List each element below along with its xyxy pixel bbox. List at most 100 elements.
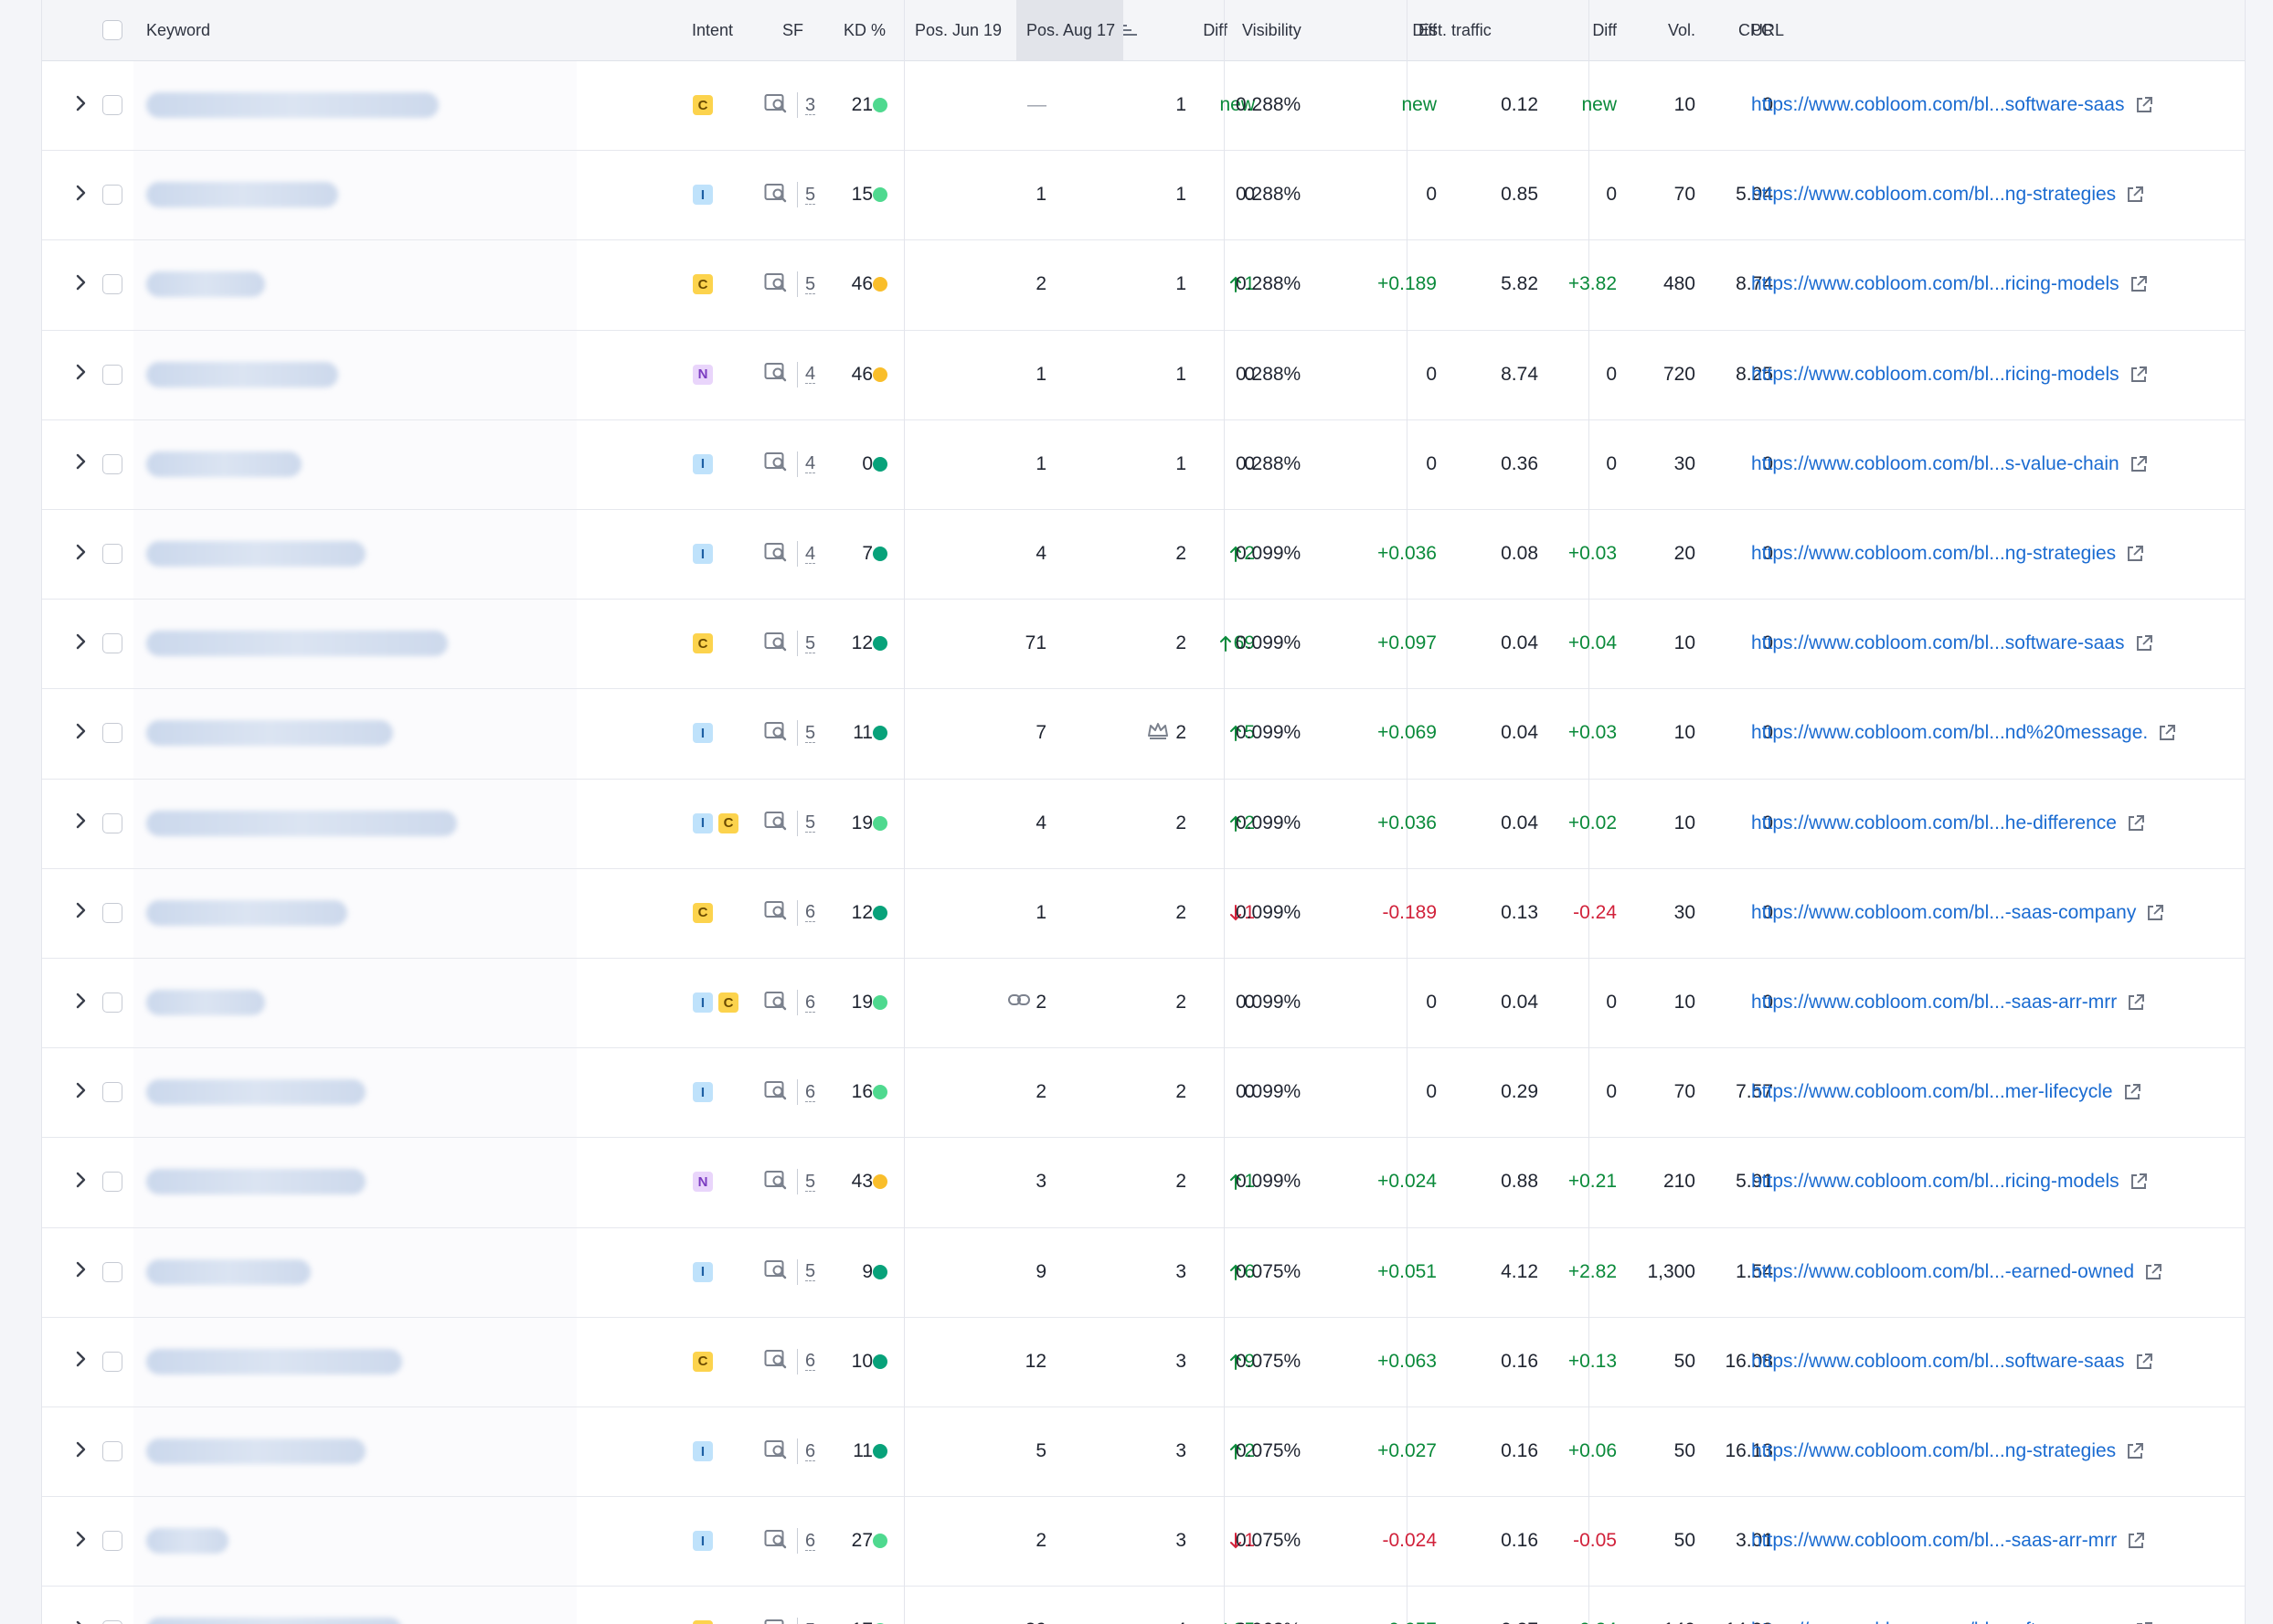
url-link[interactable]: https://www.cobloom.com/bl...software-sa… [1751, 1619, 2125, 1624]
row-checkbox[interactable] [102, 633, 122, 654]
external-link-icon[interactable] [2145, 903, 2165, 923]
row-checkbox[interactable] [102, 453, 122, 474]
header-est-traffic[interactable]: Est. traffic [1418, 0, 1492, 60]
expand-row-button[interactable] [75, 150, 88, 239]
keyword-cell[interactable] [146, 958, 265, 1047]
keyword-cell[interactable] [146, 1406, 366, 1496]
sf-count[interactable]: 5 [805, 634, 816, 653]
external-link-icon[interactable] [2125, 185, 2145, 205]
url-link[interactable]: https://www.cobloom.com/bl...-saas-arr-m… [1751, 1530, 2117, 1552]
sf-count[interactable]: 6 [805, 1442, 816, 1461]
row-checkbox[interactable] [102, 364, 122, 385]
keyword-cell[interactable] [146, 239, 265, 329]
header-visibility[interactable]: Visibility [1242, 0, 1301, 60]
sf-count[interactable]: 6 [805, 1083, 816, 1102]
url-link[interactable]: https://www.cobloom.com/bl...he-differen… [1751, 812, 2117, 834]
url-link[interactable]: https://www.cobloom.com/bl...ricing-mode… [1751, 273, 2119, 295]
keyword-cell[interactable] [146, 419, 302, 509]
external-link-icon[interactable] [2143, 1262, 2163, 1282]
sf-count[interactable]: 5 [805, 813, 816, 833]
external-link-icon[interactable] [2125, 544, 2145, 564]
sf-cell[interactable]: 6 [764, 1047, 816, 1137]
sf-cell[interactable]: 5 [764, 1586, 815, 1624]
select-all-checkbox[interactable] [102, 20, 122, 40]
sf-count[interactable]: 5 [805, 186, 816, 205]
external-link-icon[interactable] [2122, 1082, 2142, 1102]
keyword-cell[interactable] [146, 688, 393, 778]
url-link[interactable]: https://www.cobloom.com/bl...software-sa… [1751, 632, 2125, 654]
sf-cell[interactable]: 5 [764, 1227, 816, 1317]
row-checkbox[interactable] [102, 1620, 122, 1624]
expand-row-button[interactable] [75, 1227, 88, 1317]
keyword-cell[interactable] [146, 1227, 311, 1317]
row-checkbox[interactable] [102, 1172, 122, 1193]
sf-cell[interactable]: 5 [764, 239, 816, 329]
external-link-icon[interactable] [2134, 633, 2154, 653]
url-link[interactable]: https://www.cobloom.com/bl...mer-lifecyc… [1751, 1081, 2113, 1103]
header-diff-pos[interactable]: Diff [1123, 0, 1227, 60]
sf-cell[interactable]: 4 [764, 330, 816, 419]
sf-count[interactable]: 4 [805, 545, 816, 564]
expand-row-button[interactable] [75, 60, 88, 150]
expand-row-button[interactable] [75, 509, 88, 599]
keyword-cell[interactable] [146, 599, 448, 688]
sf-count[interactable]: 5 [805, 275, 816, 294]
url-link[interactable]: https://www.cobloom.com/bl...ricing-mode… [1751, 1171, 2119, 1193]
row-checkbox[interactable] [102, 185, 122, 206]
sf-count[interactable]: 6 [805, 993, 816, 1013]
external-link-icon[interactable] [2134, 95, 2154, 115]
keyword-cell[interactable] [146, 330, 338, 419]
expand-row-button[interactable] [75, 1586, 88, 1624]
sf-cell[interactable]: 5 [764, 688, 816, 778]
sf-count[interactable]: 6 [805, 1532, 816, 1551]
expand-row-button[interactable] [75, 239, 88, 329]
row-checkbox[interactable] [102, 274, 122, 295]
header-pos-aug[interactable]: Pos. Aug 17 [1026, 0, 1139, 60]
keyword-cell[interactable] [146, 1317, 402, 1406]
header-sf[interactable]: SF [782, 0, 803, 60]
sf-count[interactable]: 5 [805, 1262, 816, 1282]
sf-cell[interactable]: 4 [764, 419, 816, 509]
header-pos-jun[interactable]: Pos. Jun 19 [915, 0, 1002, 60]
expand-row-button[interactable] [75, 779, 88, 868]
sf-count[interactable]: 4 [805, 454, 816, 474]
row-checkbox[interactable] [102, 1441, 122, 1462]
sf-count[interactable]: 4 [805, 365, 816, 385]
keyword-cell[interactable] [146, 509, 366, 599]
url-link[interactable]: https://www.cobloom.com/bl...nd%20messag… [1751, 722, 2148, 744]
row-checkbox[interactable] [102, 723, 122, 744]
expand-row-button[interactable] [75, 1137, 88, 1226]
external-link-icon[interactable] [2157, 723, 2177, 743]
external-link-icon[interactable] [2129, 365, 2149, 385]
expand-row-button[interactable] [75, 1496, 88, 1586]
expand-row-button[interactable] [75, 1317, 88, 1406]
external-link-icon[interactable] [2129, 274, 2149, 294]
sf-cell[interactable]: 3 [764, 60, 816, 150]
sf-cell[interactable]: 5 [764, 599, 816, 688]
external-link-icon[interactable] [2125, 1441, 2145, 1461]
expand-row-button[interactable] [75, 1047, 88, 1137]
url-link[interactable]: https://www.cobloom.com/bl...software-sa… [1751, 1351, 2125, 1373]
row-checkbox[interactable] [102, 902, 122, 923]
expand-row-button[interactable] [75, 688, 88, 778]
keyword-cell[interactable] [146, 779, 457, 868]
sf-cell[interactable]: 5 [764, 150, 816, 239]
external-link-icon[interactable] [2134, 1620, 2154, 1624]
external-link-icon[interactable] [2126, 813, 2146, 833]
row-checkbox[interactable] [102, 1531, 122, 1552]
header-kd[interactable]: KD % [844, 0, 886, 60]
expand-row-button[interactable] [75, 599, 88, 688]
header-keyword[interactable]: Keyword [146, 0, 210, 60]
url-link[interactable]: https://www.cobloom.com/bl...-saas-compa… [1751, 902, 2136, 924]
row-checkbox[interactable] [102, 1351, 122, 1372]
expand-row-button[interactable] [75, 958, 88, 1047]
url-link[interactable]: https://www.cobloom.com/bl...ng-strategi… [1751, 543, 2116, 565]
row-checkbox[interactable] [102, 812, 122, 833]
external-link-icon[interactable] [2126, 1531, 2146, 1551]
sf-cell[interactable]: 6 [764, 958, 816, 1047]
expand-row-button[interactable] [75, 1406, 88, 1496]
row-checkbox[interactable] [102, 1261, 122, 1282]
expand-row-button[interactable] [75, 419, 88, 509]
sf-cell[interactable]: 4 [764, 509, 816, 599]
sf-count[interactable]: 3 [805, 96, 816, 115]
